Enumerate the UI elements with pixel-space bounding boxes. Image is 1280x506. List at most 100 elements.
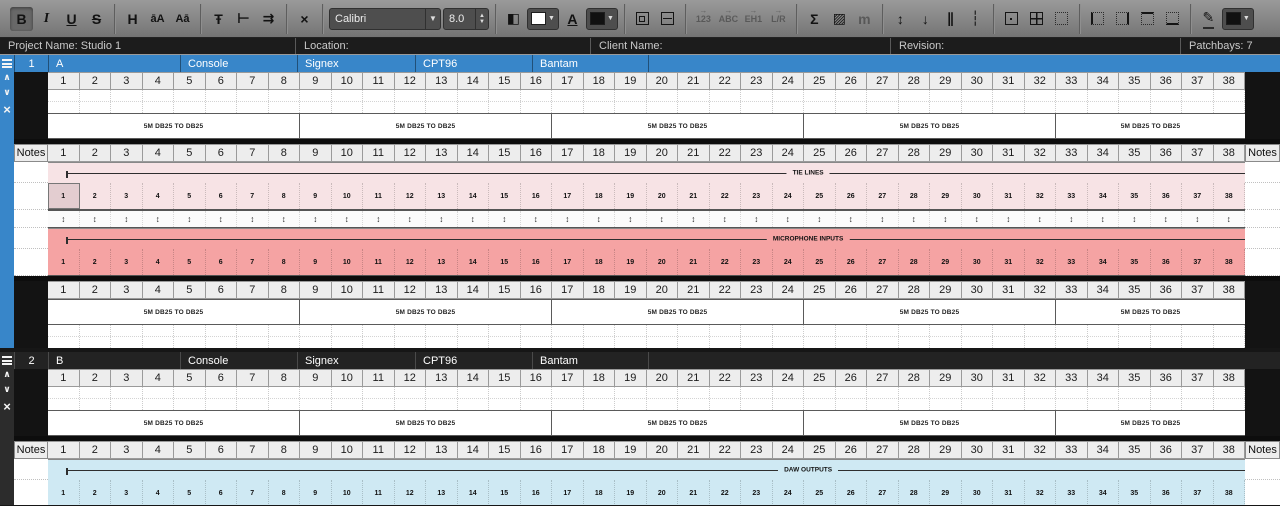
jack-number-cell[interactable]: 30 xyxy=(962,183,993,209)
jack-number-cell[interactable]: 11 xyxy=(363,480,395,505)
normal-arrow-icon[interactable]: ↕ xyxy=(836,211,867,227)
empty-grid-cell[interactable] xyxy=(174,387,206,410)
notes-header-cell[interactable]: Notes xyxy=(14,144,48,162)
jack-number-cell[interactable]: 4 xyxy=(143,183,174,209)
column-number-cell[interactable]: 14 xyxy=(457,144,489,162)
column-number-cell[interactable]: 32 xyxy=(1024,441,1056,459)
empty-grid-cell[interactable] xyxy=(1025,90,1056,113)
jack-number-cell[interactable]: 14 xyxy=(458,480,489,505)
insert-image-button[interactable]: ▨ xyxy=(828,7,851,31)
empty-grid-cell[interactable] xyxy=(930,90,962,113)
empty-grid-cell[interactable] xyxy=(1182,325,1214,348)
column-number-cell[interactable]: 37 xyxy=(1182,281,1214,299)
column-number-cell[interactable]: 7 xyxy=(237,281,269,299)
column-number-cell[interactable]: 37 xyxy=(1182,369,1214,387)
strikethrough-button[interactable]: S xyxy=(85,7,108,31)
column-number-cell[interactable]: 29 xyxy=(930,369,962,387)
jack-number-cell[interactable]: 5 xyxy=(174,249,206,275)
font-family-select[interactable]: Calibri ▼ xyxy=(329,7,441,30)
clear-text-style-button[interactable]: Ŧ xyxy=(207,7,230,31)
empty-grid-cell[interactable] xyxy=(458,325,489,348)
jack-number-cell[interactable]: 28 xyxy=(899,480,930,505)
column-number-cell[interactable]: 10 xyxy=(331,369,363,387)
column-number-cell[interactable]: 6 xyxy=(205,441,237,459)
empty-grid-cell[interactable] xyxy=(1182,90,1214,113)
column-number-cell[interactable]: 2 xyxy=(79,369,111,387)
jack-number-cell[interactable]: 30 xyxy=(962,480,993,505)
jack-number-cell[interactable]: 13 xyxy=(426,249,458,275)
empty-grid-cell[interactable] xyxy=(300,90,332,113)
empty-grid-cell[interactable] xyxy=(552,90,584,113)
jack-number-cell[interactable]: 27 xyxy=(867,183,899,209)
jack-number-cell[interactable]: 20 xyxy=(647,480,678,505)
column-number-cell[interactable]: 6 xyxy=(205,369,237,387)
empty-grid-cell[interactable] xyxy=(1151,325,1182,348)
patchbay-number-cell[interactable]: 1 xyxy=(14,55,48,72)
column-number-cell[interactable]: 25 xyxy=(804,72,836,90)
column-number-cell[interactable]: 38 xyxy=(1213,281,1245,299)
jack-number-cell[interactable]: 37 xyxy=(1182,480,1214,505)
column-number-cell[interactable]: 21 xyxy=(678,72,710,90)
empty-grid-cell[interactable] xyxy=(143,90,174,113)
shrink-row-button[interactable]: ↓ xyxy=(914,7,937,31)
normal-arrow-icon[interactable]: ↕ xyxy=(269,211,300,227)
normal-arrow-icon[interactable]: ↕ xyxy=(489,211,521,227)
jack-number-cell[interactable]: 36 xyxy=(1151,480,1182,505)
column-number-cell[interactable]: 22 xyxy=(709,441,741,459)
column-number-cell[interactable]: 38 xyxy=(1213,369,1245,387)
normal-arrow-icon[interactable]: ↕ xyxy=(458,211,489,227)
jack-number-cell[interactable]: 16 xyxy=(521,183,552,209)
border-left-button[interactable] xyxy=(1086,7,1109,31)
column-number-cell[interactable]: 2 xyxy=(79,144,111,162)
column-number-cell[interactable]: 38 xyxy=(1213,144,1245,162)
empty-grid-cell[interactable] xyxy=(584,90,615,113)
jack-number-cell[interactable]: 37 xyxy=(1182,183,1214,209)
column-number-cell[interactable]: 14 xyxy=(457,281,489,299)
jack-number-cell[interactable]: 23 xyxy=(741,249,773,275)
column-number-cell[interactable]: 32 xyxy=(1024,281,1056,299)
empty-grid-cell[interactable] xyxy=(930,325,962,348)
column-dotted-button[interactable]: ┆ xyxy=(964,7,987,31)
normal-arrow-icon[interactable]: ↕ xyxy=(741,211,773,227)
jack-number-cell[interactable]: 30 xyxy=(962,249,993,275)
column-number-cell[interactable]: 29 xyxy=(930,144,962,162)
jack-number-cell[interactable]: 16 xyxy=(521,480,552,505)
column-number-cell[interactable]: 15 xyxy=(489,369,521,387)
column-number-cell[interactable]: 28 xyxy=(898,144,930,162)
column-number-cell[interactable]: 18 xyxy=(583,281,615,299)
empty-grid-cell[interactable] xyxy=(993,325,1025,348)
column-number-cell[interactable]: 13 xyxy=(426,72,458,90)
normal-arrow-icon[interactable]: ↕ xyxy=(237,211,269,227)
column-number-cell[interactable]: 26 xyxy=(835,72,867,90)
notes-header-cell[interactable]: Notes xyxy=(1245,441,1280,459)
column-number-cell[interactable]: 27 xyxy=(867,281,899,299)
empty-grid-cell[interactable] xyxy=(615,387,647,410)
normal-arrow-icon[interactable]: ↕ xyxy=(143,211,174,227)
jack-number-cell[interactable]: 23 xyxy=(741,183,773,209)
column-number-cell[interactable]: 21 xyxy=(678,281,710,299)
empty-grid-cell[interactable] xyxy=(741,387,773,410)
empty-grid-cell[interactable] xyxy=(710,387,741,410)
border-right-button[interactable] xyxy=(1111,7,1134,31)
empty-grid-cell[interactable] xyxy=(237,387,269,410)
column-number-cell[interactable]: 16 xyxy=(520,72,552,90)
jack-number-cell[interactable]: 8 xyxy=(269,249,300,275)
connector-field[interactable]: Signex xyxy=(297,352,415,369)
column-number-cell[interactable]: 13 xyxy=(426,144,458,162)
column-number-cell[interactable]: 35 xyxy=(1119,281,1151,299)
column-number-cell[interactable]: 33 xyxy=(1056,441,1088,459)
jack-number-cell[interactable]: 13 xyxy=(426,183,458,209)
jack-number-cell[interactable]: 15 xyxy=(489,480,521,505)
column-number-cell[interactable]: 31 xyxy=(993,72,1025,90)
jack-number-cell[interactable]: 19 xyxy=(615,480,647,505)
jack-number-cell[interactable]: 13 xyxy=(426,480,458,505)
jack-number-cell[interactable]: 26 xyxy=(836,480,867,505)
cable-label-cell[interactable]: 5M DB25 TO DB25 xyxy=(48,300,300,324)
empty-grid-cell[interactable] xyxy=(458,90,489,113)
column-number-cell[interactable]: 35 xyxy=(1119,72,1151,90)
fill-color-button[interactable]: ◧ xyxy=(502,7,525,31)
normal-arrow-icon[interactable]: ↕ xyxy=(1119,211,1151,227)
draw-border-button[interactable]: ✎ xyxy=(1197,7,1220,31)
column-number-cell[interactable]: 19 xyxy=(615,72,647,90)
normal-arrow-icon[interactable]: ↕ xyxy=(962,211,993,227)
